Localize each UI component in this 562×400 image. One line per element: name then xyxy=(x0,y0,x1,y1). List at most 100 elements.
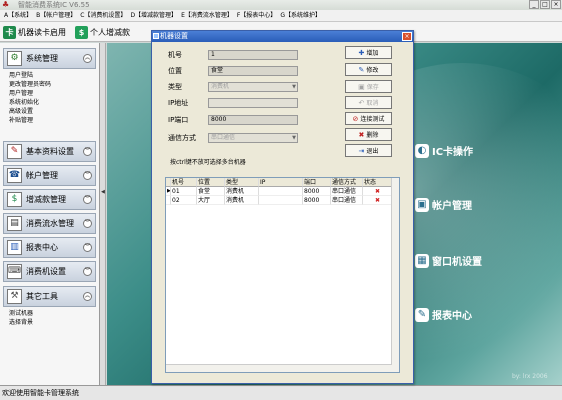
table-header-cell[interactable]: 位置 xyxy=(197,178,225,187)
card-reader-button[interactable]: 卡 机器读卡启用 xyxy=(3,25,66,40)
sidebar-section-label: 帐户管理 xyxy=(26,171,58,180)
expand-icon[interactable]: ︾ xyxy=(83,219,92,228)
money-icon: $ xyxy=(7,192,22,207)
expand-icon[interactable]: ︾ xyxy=(83,195,92,204)
menu-terminal-settings[interactable]: C【消费机设置】 xyxy=(80,10,126,21)
sidebar-item-login[interactable]: 用户登陆 xyxy=(9,71,33,80)
sidebar-splitter[interactable]: ◀ xyxy=(100,43,106,385)
menu-maintenance[interactable]: G【系统维护】 xyxy=(280,10,321,21)
table-vertical-scrollbar[interactable] xyxy=(391,178,399,372)
app-icon: ♣ xyxy=(2,0,10,9)
window-title-bar: ♣ 智能消费系统IC V6.55 _ □ × xyxy=(0,0,562,10)
menu-account[interactable]: B【帐户管理】 xyxy=(36,10,76,21)
sidebar-item-advanced-settings[interactable]: 高级设置 xyxy=(9,107,33,116)
tools-icon: ⚒ xyxy=(7,289,22,304)
menu-bar: A【系统】 B【帐户管理】 C【消费机设置】 D【增减款管理】 E【消费流水管理… xyxy=(0,10,562,22)
sidebar-item-subsidy[interactable]: 补贴管理 xyxy=(9,116,33,125)
sidebar-section-account[interactable]: ☎ 帐户管理 ︾ xyxy=(3,165,96,186)
table-cell[interactable]: 消费机 xyxy=(225,196,259,205)
table-header-cell[interactable]: 类型 xyxy=(225,178,259,187)
collapse-icon[interactable]: ︽ xyxy=(83,54,92,63)
table-cell[interactable]: 8000 xyxy=(303,196,331,205)
desktop-link-label: 报表中心 xyxy=(432,311,472,322)
sidebar-section-basic-data[interactable]: ✎ 基本资料设置 ︾ xyxy=(3,141,96,162)
window-terminal-icon: ▦ xyxy=(415,253,429,268)
table-cell[interactable]: 02 xyxy=(171,196,197,205)
window-controls: _ □ × xyxy=(529,0,561,9)
comm-mode-select[interactable]: 串口通信 xyxy=(208,133,298,143)
sidebar-section-system[interactable]: ⚙ 系统管理 ︽ xyxy=(3,48,96,69)
table-cell[interactable]: 8000 xyxy=(303,187,331,196)
collapse-icon[interactable]: ︽ xyxy=(83,292,92,301)
sidebar-section-funds[interactable]: $ 增减款管理 ︾ xyxy=(3,189,96,210)
desktop-link-label: 窗口机设置 xyxy=(432,257,482,268)
ic-card-icon: ◐ xyxy=(415,143,429,158)
table-horizontal-scrollbar[interactable] xyxy=(166,364,392,372)
status-text: 欢迎使用智能卡管理系统 xyxy=(2,389,79,397)
table-cell[interactable]: 消费机 xyxy=(225,187,259,196)
collapse-arrow-icon[interactable]: ◀ xyxy=(101,189,105,195)
close-button[interactable]: × xyxy=(551,0,561,9)
desktop-link-ic-card[interactable]: ◐ IC卡操作 xyxy=(415,143,473,158)
connect-test-button[interactable]: ⊘ 连接测试 xyxy=(345,112,392,125)
ip-port-field[interactable]: 8000 xyxy=(208,115,298,125)
table-cell[interactable] xyxy=(259,187,303,196)
sidebar-section-reports[interactable]: ▥ 报表中心 ︾ xyxy=(3,237,96,258)
desktop-link-reports[interactable]: ✎ 报表中心 xyxy=(415,307,472,322)
sidebar-section-tools[interactable]: ⚒ 其它工具 ︽ xyxy=(3,286,96,307)
connect-test-button-label: 连接测试 xyxy=(360,116,385,123)
expand-icon[interactable]: ︾ xyxy=(83,267,92,276)
maximize-button[interactable]: □ xyxy=(540,0,550,9)
sidebar-section-transactions[interactable]: ▤ 消费流水管理 ︾ xyxy=(3,213,96,234)
dialog-icon xyxy=(153,33,159,39)
sidebar-section-label: 消费机设置 xyxy=(26,267,66,276)
report-icon: ✎ xyxy=(415,307,429,322)
sidebar-item-test-machine[interactable]: 测试机器 xyxy=(9,309,33,318)
cancel-icon: ↶ xyxy=(358,98,365,107)
exit-button[interactable]: ⇥ 退出 xyxy=(345,144,392,157)
save-button[interactable]: ▣ 保存 xyxy=(345,80,392,93)
menu-funds[interactable]: D【增减款管理】 xyxy=(130,10,177,21)
ip-address-label: IP地址 xyxy=(168,99,189,107)
dialog-title-bar: 机器设置 × xyxy=(152,31,413,42)
expand-icon[interactable]: ︾ xyxy=(83,147,92,156)
expand-icon[interactable]: ︾ xyxy=(83,171,92,180)
table-cell[interactable]: 01 xyxy=(171,187,197,196)
table-header-cell[interactable]: 端口 xyxy=(303,178,331,187)
desktop-link-account[interactable]: ▣ 帐户管理 xyxy=(415,197,472,212)
table-header-cell[interactable]: 机号 xyxy=(171,178,197,187)
machine-no-field[interactable]: 1 xyxy=(208,50,298,60)
edit-button[interactable]: ✎ 修改 xyxy=(345,63,392,76)
location-field[interactable]: 食堂 xyxy=(208,66,298,76)
sidebar-item-select-background[interactable]: 选择背景 xyxy=(9,318,33,327)
table-cell[interactable]: 食堂 xyxy=(197,187,225,196)
table-header-cell[interactable]: 状态 xyxy=(363,178,392,187)
cancel-button[interactable]: ↶ 取消 xyxy=(345,96,392,109)
table-cell[interactable] xyxy=(259,196,303,205)
expand-icon[interactable]: ︾ xyxy=(83,243,92,252)
delete-button[interactable]: ✖ 删除 xyxy=(345,128,392,141)
table-cell[interactable]: 大厅 xyxy=(197,196,225,205)
menu-reports[interactable]: F【报表中心】 xyxy=(237,10,276,21)
sidebar-item-system-init[interactable]: 系统初始化 xyxy=(9,98,39,107)
table-header-cell[interactable]: IP xyxy=(259,178,303,187)
desktop-link-window-terminal[interactable]: ▦ 窗口机设置 xyxy=(415,253,482,268)
machine-no-label: 机号 xyxy=(168,51,182,59)
menu-transactions[interactable]: E【消费流水管理】 xyxy=(181,10,233,21)
sidebar-item-user-management[interactable]: 用户管理 xyxy=(9,89,33,98)
cancel-button-label: 取消 xyxy=(366,100,379,107)
dialog-close-button[interactable]: × xyxy=(402,32,412,41)
save-icon: ▣ xyxy=(358,82,365,91)
table-cell[interactable]: 串口通信 xyxy=(331,187,363,196)
add-button[interactable]: ✚ 增加 xyxy=(345,46,392,59)
table-header-cell[interactable]: 通信方式 xyxy=(331,178,363,187)
sidebar-section-terminal[interactable]: ⌨ 消费机设置 ︾ xyxy=(3,261,96,282)
table-cell[interactable]: 串口通信 xyxy=(331,196,363,205)
personal-funds-button[interactable]: $ 个人增减款 xyxy=(75,25,130,40)
menu-system[interactable]: A【系统】 xyxy=(4,10,32,21)
personal-funds-label: 个人增减款 xyxy=(90,28,130,37)
ip-address-field[interactable] xyxy=(208,98,298,108)
minimize-button[interactable]: _ xyxy=(529,0,539,9)
sidebar-item-change-password[interactable]: 更改管理员密码 xyxy=(9,80,51,89)
type-select[interactable]: 消费机 xyxy=(208,82,298,92)
